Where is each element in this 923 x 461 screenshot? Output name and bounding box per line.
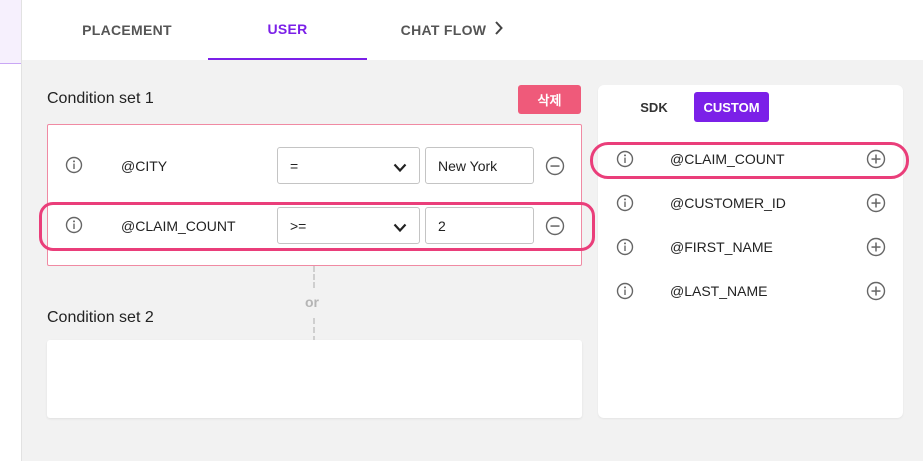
operator-value: >= — [290, 218, 307, 234]
condition-value-input[interactable] — [425, 207, 534, 244]
info-circle-icon[interactable] — [616, 282, 634, 300]
minus-circle-icon[interactable] — [545, 216, 565, 236]
variables-panel: SDK CUSTOM @CLAIM_COUNT @CUSTOMER_ID @FI… — [598, 85, 903, 418]
variable-item[interactable]: @CUSTOMER_ID — [598, 183, 903, 223]
info-circle-icon[interactable] — [616, 194, 634, 212]
tab-placement[interactable]: PLACEMENT — [68, 0, 186, 60]
tab-placement-label: PLACEMENT — [82, 22, 172, 38]
condition-row: @CLAIM_COUNT >= — [48, 207, 581, 247]
plus-circle-icon[interactable] — [866, 193, 886, 213]
variable-item[interactable]: @CLAIM_COUNT — [598, 139, 903, 179]
info-circle-icon[interactable] — [65, 156, 83, 174]
connector-line — [313, 266, 315, 288]
condition-set-1: @CITY = @CLAIM_COUNT >= — [47, 124, 582, 266]
operator-select[interactable]: >= — [277, 207, 420, 244]
operator-value: = — [290, 158, 299, 174]
delete-button[interactable]: 삭제 — [518, 85, 581, 114]
condition-set-2[interactable] — [47, 340, 582, 418]
info-circle-icon[interactable] — [65, 216, 83, 234]
variable-label: @CUSTOMER_ID — [670, 195, 786, 211]
tab-user[interactable]: USER — [208, 0, 367, 60]
variable-label: @CLAIM_COUNT — [670, 151, 785, 167]
condition-set-2-title: Condition set 2 — [47, 309, 154, 326]
info-circle-icon[interactable] — [616, 238, 634, 256]
tab-custom[interactable]: CUSTOM — [694, 92, 769, 122]
chevron-down-icon — [393, 220, 407, 233]
left-rail-accent — [0, 0, 21, 64]
condition-row: @CITY = — [48, 147, 581, 187]
condition-set-1-title: Condition set 1 — [47, 90, 154, 107]
tab-chat-flow-label: CHAT FLOW — [400, 22, 487, 38]
tab-user-label: USER — [267, 21, 308, 37]
left-rail — [0, 0, 22, 461]
tab-chat-flow[interactable]: CHAT FLOW — [387, 0, 517, 60]
variable-label: @FIRST_NAME — [670, 239, 773, 255]
condition-variable: @CITY — [121, 158, 168, 174]
plus-circle-icon[interactable] — [866, 281, 886, 301]
condition-variable: @CLAIM_COUNT — [121, 218, 236, 234]
or-label: or — [305, 294, 319, 310]
operator-select[interactable]: = — [277, 147, 420, 184]
chevron-right-icon — [494, 20, 504, 40]
variable-label: @LAST_NAME — [670, 283, 768, 299]
tab-bar: PLACEMENT USER CHAT FLOW — [22, 0, 923, 60]
chevron-down-icon — [393, 160, 407, 173]
connector-line — [313, 318, 315, 342]
variable-item[interactable]: @LAST_NAME — [598, 271, 903, 311]
variable-item[interactable]: @FIRST_NAME — [598, 227, 903, 267]
condition-value-input[interactable] — [425, 147, 534, 184]
tab-sdk[interactable]: SDK — [628, 92, 680, 122]
plus-circle-icon[interactable] — [866, 149, 886, 169]
plus-circle-icon[interactable] — [866, 237, 886, 257]
minus-circle-icon[interactable] — [545, 156, 565, 176]
info-circle-icon[interactable] — [616, 150, 634, 168]
